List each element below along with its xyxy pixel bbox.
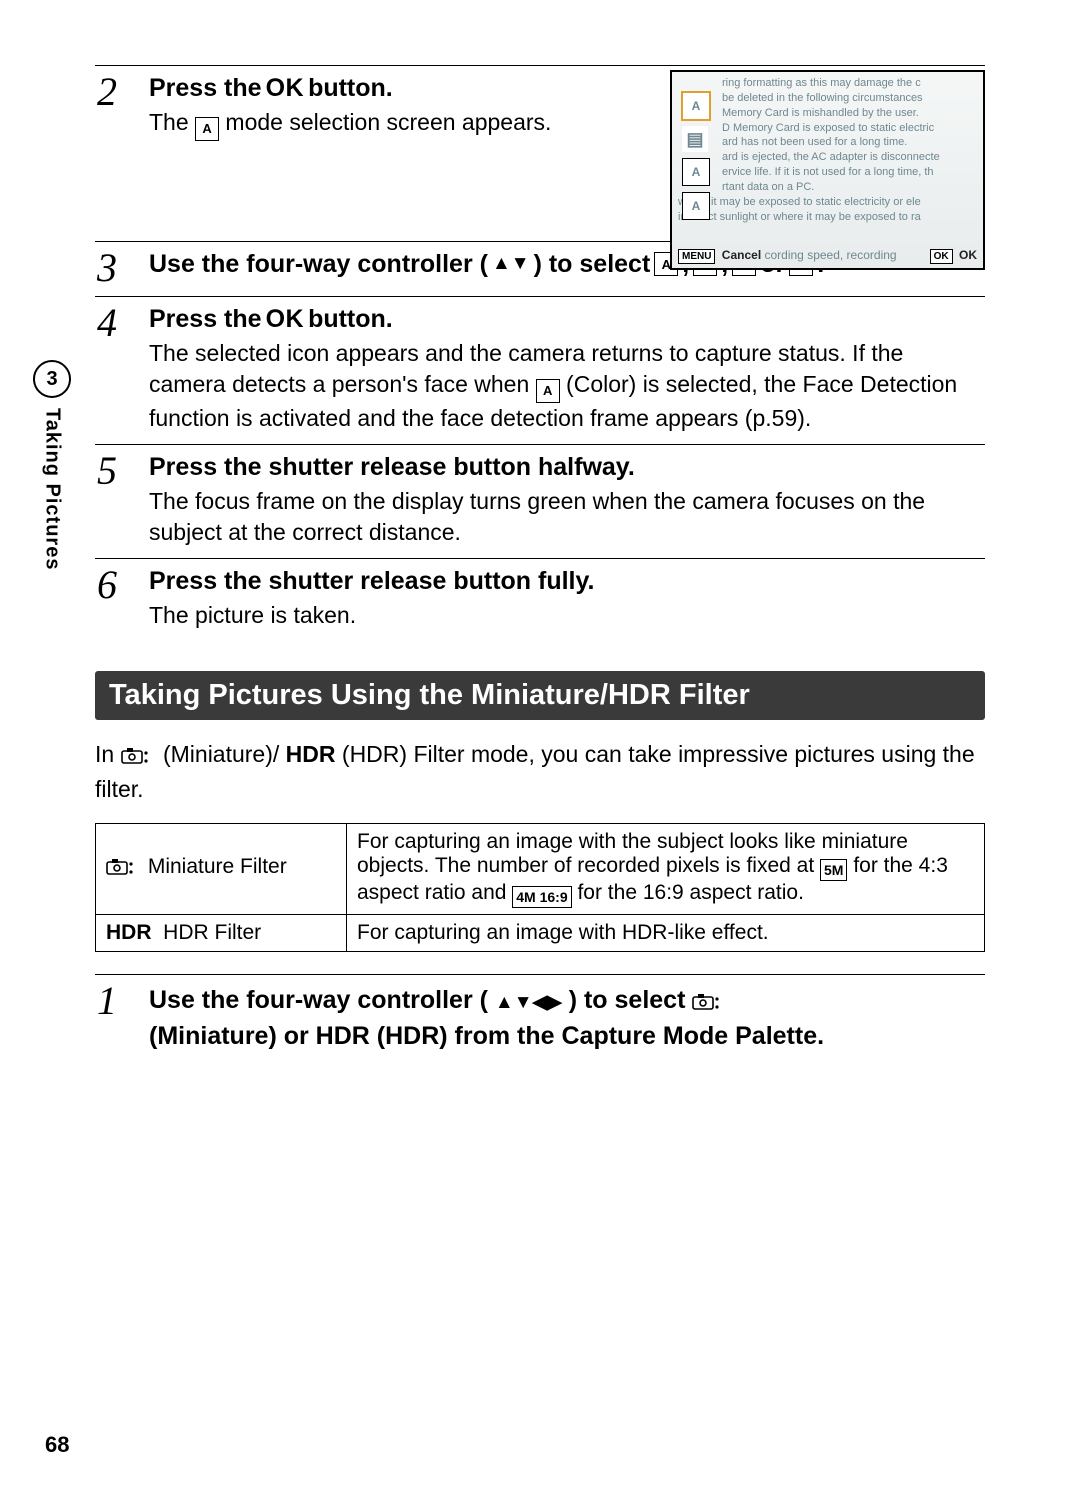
section-intro: In (Miniature)/ HDR (HDR) Filter mode, y… [95, 738, 985, 805]
text: ) to select [534, 250, 651, 279]
chapter-title-vertical: Taking Pictures [41, 408, 64, 570]
filter-desc-cell: For capturing an image with the subject … [347, 823, 985, 914]
hdr-label: HDR [286, 741, 336, 767]
step-number: 1 [95, 983, 149, 1058]
text: button. [308, 305, 393, 334]
text: Use the four-way controller ( [149, 986, 488, 1014]
page-number: 68 [45, 1432, 69, 1458]
text: (HDR) from the Capture Mode Palette. [377, 1022, 824, 1050]
lcd-line: D Memory Card is exposed to static elect… [722, 121, 977, 136]
card-icon: ▤ [682, 126, 708, 152]
step-number: 2 [95, 74, 149, 141]
step-number: 5 [95, 453, 149, 548]
lcd-line: be deleted in the following circumstance… [722, 91, 977, 106]
arrow-icons: ▲▼ [492, 253, 530, 275]
step-desc: The focus frame on the display turns gre… [149, 486, 985, 548]
mode-indicator-icon: A [536, 379, 560, 403]
text: mode selection screen appears. [225, 109, 551, 135]
text: for the 16:9 aspect ratio. [577, 881, 803, 904]
text: (Miniature)/ [163, 741, 279, 767]
lcd-ok-label: OK [959, 248, 977, 262]
table-row: HDR HDR Filter For capturing an image wi… [96, 914, 985, 951]
lcd-line: ard is ejected, the AC adapter is discon… [722, 150, 977, 165]
miniature-mode-icon [692, 991, 722, 1019]
step-6: 6 Press the shutter release button fully… [95, 558, 985, 631]
manual-page: 3 Taking Pictures A ▤ A A ring formattin… [0, 0, 1080, 1486]
chapter-side-tab: 3 Taking Pictures [35, 360, 69, 570]
hdr-label: HDR [106, 921, 152, 944]
chapter-number-bubble: 3 [33, 360, 71, 398]
filter-name: HDR Filter [163, 921, 261, 944]
mode-icon-b: A [682, 158, 710, 186]
menu-button-icon: MENU [678, 249, 715, 265]
mode-indicator-icon: A [195, 117, 219, 141]
pixel-size-box: 4M 16:9 [512, 886, 571, 908]
lcd-line: rtant data on a PC. [722, 180, 977, 195]
lcd-line: ard has not been used for a long time. [722, 135, 977, 150]
miniature-mode-icon [106, 858, 136, 882]
hdr-label: HDR [316, 1022, 370, 1050]
section-title-bar: Taking Pictures Using the Miniature/HDR … [95, 671, 985, 720]
step-number: 3 [95, 250, 149, 286]
filter-desc-cell: For capturing an image with HDR-like eff… [347, 914, 985, 951]
mode-icon-c: A [682, 192, 710, 220]
step-4: 4 Press the OK button. The selected icon… [95, 296, 985, 434]
step-1-new: 1 Use the four-way controller ( ▲▼◀▶ ) t… [95, 974, 985, 1058]
lcd-line: ervice life. If it is not used for a lon… [722, 165, 977, 180]
step-heading: Press the OK button. [149, 74, 569, 103]
step-desc: The picture is taken. [149, 600, 985, 631]
miniature-mode-icon [121, 745, 151, 773]
arrow-icons: ▲▼◀▶ [495, 992, 562, 1013]
lcd-text-column: ring formatting as this may damage the c… [722, 76, 977, 224]
step-heading: Press the shutter release button halfway… [149, 453, 985, 482]
camera-lcd-preview: A ▤ A A ring formatting as this may dama… [670, 70, 985, 270]
lcd-line: in direct sunlight or where it may be ex… [678, 210, 977, 225]
ok-label: OK [266, 305, 305, 334]
step-heading: Press the OK button. [149, 305, 985, 334]
lcd-line: where it may be exposed to static electr… [678, 195, 977, 210]
step-number: 6 [95, 567, 149, 631]
text: button. [308, 74, 393, 103]
ok-button-icon: OK [930, 249, 953, 265]
ok-label: OK [266, 74, 305, 103]
text: In [95, 741, 121, 767]
text: ) to select [569, 986, 693, 1014]
filter-name: Miniature Filter [148, 855, 287, 878]
mode-icon-a: A [682, 92, 710, 120]
filter-mode-table: Miniature Filter For capturing an image … [95, 823, 985, 952]
lcd-icon-column: A ▤ A A [682, 92, 710, 220]
lcd-line: Memory Card is mishandled by the user. [722, 106, 977, 121]
text: Use the four-way controller ( [149, 250, 488, 279]
filter-name-cell: HDR HDR Filter [96, 914, 347, 951]
step-heading: Use the four-way controller ( ▲▼◀▶ ) to … [149, 983, 985, 1054]
lcd-footer-mid: cording speed, recording [765, 248, 897, 262]
step-number: 4 [95, 305, 149, 434]
text: Press the [149, 74, 262, 103]
lcd-line: ring formatting as this may damage the c [722, 76, 977, 91]
filter-name-cell: Miniature Filter [96, 823, 347, 914]
lcd-cancel-label: Cancel [722, 248, 761, 262]
step-desc: The A mode selection screen appears. [149, 107, 569, 141]
text: (Miniature) or [149, 1022, 316, 1050]
lcd-footer: MENU Cancel cording speed, recording OK … [678, 247, 977, 265]
text: Press the [149, 305, 262, 334]
step-desc: The selected icon appears and the camera… [149, 338, 985, 434]
text: The [149, 109, 195, 135]
pixel-size-box: 5M [820, 859, 847, 881]
table-row: Miniature Filter For capturing an image … [96, 823, 985, 914]
step-5: 5 Press the shutter release button halfw… [95, 444, 985, 548]
step-heading: Press the shutter release button fully. [149, 567, 985, 596]
